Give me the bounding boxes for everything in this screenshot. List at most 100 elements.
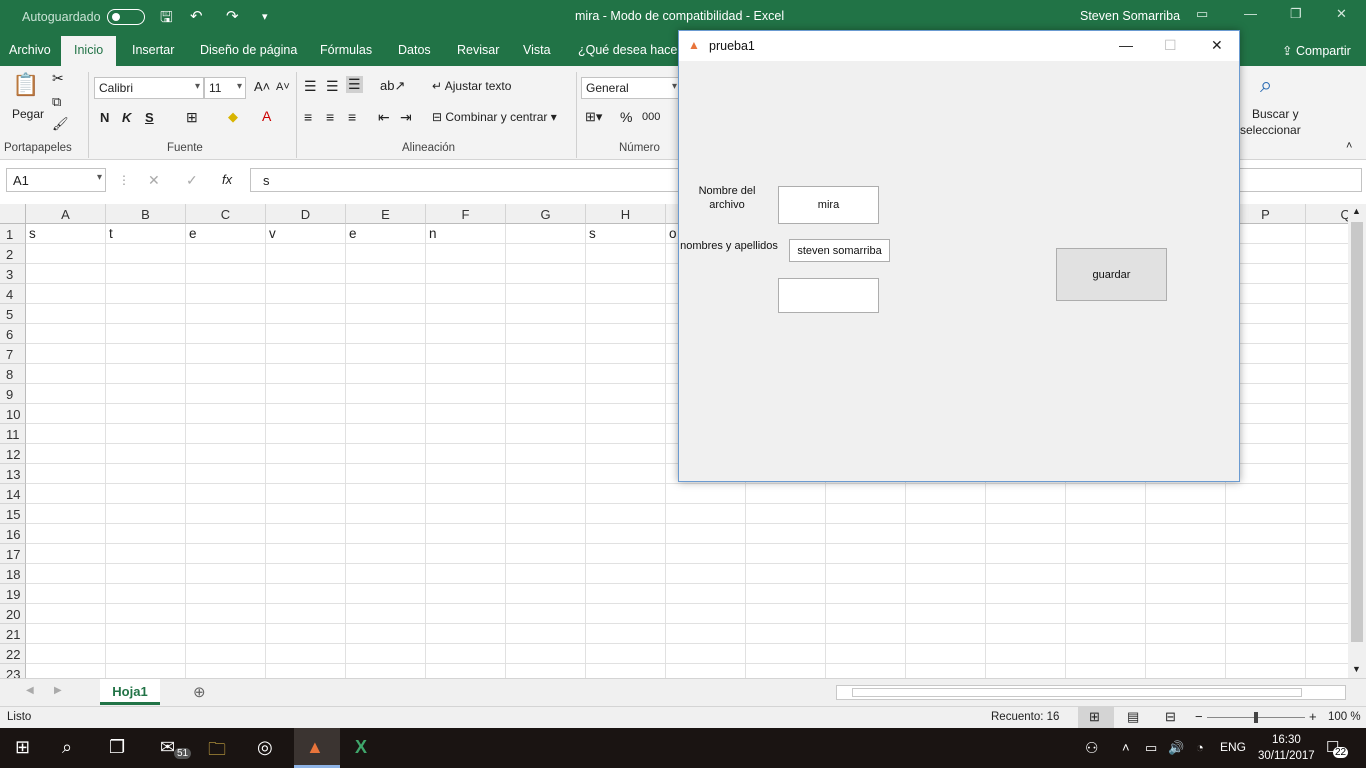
column-header-f[interactable]: F: [426, 204, 506, 224]
zoom-in-icon[interactable]: +: [1309, 709, 1317, 724]
align-left-icon[interactable]: ≡: [304, 109, 312, 125]
autosave-toggle[interactable]: [107, 9, 145, 25]
row-header-21[interactable]: 21: [0, 624, 26, 644]
align-middle-icon[interactable]: ☰: [326, 78, 339, 95]
restore-icon[interactable]: ❐: [1290, 6, 1302, 22]
dialog-maximize-icon[interactable]: ☐: [1164, 37, 1177, 54]
row-header-18[interactable]: 18: [0, 564, 26, 584]
name-box[interactable]: A1: [6, 168, 106, 192]
scroll-down-icon[interactable]: ▼: [1352, 664, 1361, 674]
cell-e1[interactable]: e: [346, 224, 426, 244]
align-top-icon[interactable]: ☰: [304, 78, 317, 95]
row-header-8[interactable]: 8: [0, 364, 26, 384]
dialog-close-icon[interactable]: ✕: [1211, 37, 1223, 54]
column-header-h[interactable]: H: [586, 204, 666, 224]
wifi-icon[interactable]: ◔: [1196, 740, 1204, 755]
row-header-3[interactable]: 3: [0, 264, 26, 284]
align-bottom-icon[interactable]: ☰: [346, 76, 363, 93]
find-search-icon[interactable]: ⌕: [1260, 72, 1272, 98]
row-header-20[interactable]: 20: [0, 604, 26, 624]
row-header-11[interactable]: 11: [0, 424, 26, 444]
dialog-minimize-icon[interactable]: —: [1119, 37, 1133, 53]
insert-function-icon[interactable]: fx: [222, 172, 232, 187]
underline-button[interactable]: S: [145, 110, 154, 125]
cut-icon[interactable]: ✂: [52, 70, 64, 87]
add-sheet-icon[interactable]: ⊕: [193, 683, 206, 701]
align-center-icon[interactable]: ≡: [326, 109, 334, 125]
row-header-13[interactable]: 13: [0, 464, 26, 484]
borders-icon[interactable]: ⊞: [186, 109, 198, 126]
excel-icon[interactable]: X: [355, 737, 367, 758]
align-right-icon[interactable]: ≡: [348, 109, 356, 125]
cell-d1[interactable]: v: [266, 224, 346, 244]
tab-diseno-pagina[interactable]: Diseño de página: [200, 43, 297, 57]
thousands-icon[interactable]: 000: [642, 111, 660, 123]
column-header-q[interactable]: Q: [1306, 204, 1348, 224]
vertical-scrollbar[interactable]: ▲ ▼: [1348, 204, 1366, 678]
row-header-16[interactable]: 16: [0, 524, 26, 544]
horizontal-scroll-thumb[interactable]: [852, 688, 1302, 697]
column-header-a[interactable]: A: [26, 204, 106, 224]
horizontal-scrollbar[interactable]: [836, 685, 1346, 700]
matlab-icon[interactable]: ▲: [306, 737, 324, 758]
column-header-d[interactable]: D: [266, 204, 346, 224]
confirm-entry-icon[interactable]: ✓: [186, 172, 198, 189]
font-name-select[interactable]: Calibri: [94, 77, 204, 99]
formula-bar-options-icon[interactable]: ⋮: [118, 173, 130, 187]
collapse-ribbon-icon[interactable]: ˄: [1346, 140, 1352, 152]
tray-chevron-icon[interactable]: ˄: [1122, 740, 1130, 755]
next-sheet-icon[interactable]: ▶: [54, 685, 62, 696]
tab-vista[interactable]: Vista: [523, 43, 551, 57]
row-header-23[interactable]: 23: [0, 664, 26, 678]
scroll-up-icon[interactable]: ▲: [1352, 206, 1361, 216]
row-header-9[interactable]: 9: [0, 384, 26, 404]
font-size-select[interactable]: 11: [204, 77, 246, 99]
guardar-button[interactable]: guardar: [1056, 248, 1167, 301]
fill-color-icon[interactable]: ◆: [228, 109, 238, 125]
ribbon-display-icon[interactable]: ▭: [1196, 6, 1208, 22]
find-select-label-2[interactable]: seleccionar: [1240, 123, 1301, 137]
increase-indent-icon[interactable]: ⇥: [400, 109, 412, 126]
column-header-b[interactable]: B: [106, 204, 186, 224]
bold-button[interactable]: N: [100, 110, 109, 125]
names-input[interactable]: steven somarriba: [789, 239, 890, 262]
undo-icon[interactable]: ↶: [190, 7, 203, 25]
zoom-level[interactable]: 100 %: [1328, 711, 1361, 723]
cell-f1[interactable]: n: [426, 224, 506, 244]
sheet-tab-hoja1[interactable]: Hoja1: [100, 679, 160, 705]
mail-icon[interactable]: ✉: [160, 737, 175, 758]
save-icon[interactable]: 🖫: [160, 7, 173, 32]
row-header-1[interactable]: 1: [0, 224, 26, 244]
language-indicator[interactable]: ENG: [1220, 740, 1246, 754]
tab-tell-me[interactable]: ¿Qué desea hacer?: [578, 43, 689, 57]
row-header-10[interactable]: 10: [0, 404, 26, 424]
italic-button[interactable]: K: [122, 110, 131, 125]
row-header-19[interactable]: 19: [0, 584, 26, 604]
decrease-indent-icon[interactable]: ⇤: [378, 109, 390, 126]
column-header-c[interactable]: C: [186, 204, 266, 224]
row-header-17[interactable]: 17: [0, 544, 26, 564]
tab-datos[interactable]: Datos: [398, 43, 431, 57]
row-header-12[interactable]: 12: [0, 444, 26, 464]
cell-a1[interactable]: s: [26, 224, 106, 244]
accounting-format-icon[interactable]: ⊞▾: [585, 109, 602, 125]
select-all-corner[interactable]: [0, 204, 26, 224]
customize-qat-icon[interactable]: ▾: [262, 10, 268, 23]
row-header-2[interactable]: 2: [0, 244, 26, 264]
decrease-font-icon[interactable]: A˅: [276, 81, 290, 93]
row-header-4[interactable]: 4: [0, 284, 26, 304]
increase-font-icon[interactable]: A˄: [254, 79, 270, 94]
share-button[interactable]: ⇪ Compartir: [1282, 43, 1351, 58]
copy-icon[interactable]: ⧉: [52, 94, 61, 110]
cell-g1[interactable]: [506, 224, 586, 244]
row-header-14[interactable]: 14: [0, 484, 26, 504]
format-painter-icon[interactable]: 🖌: [52, 116, 69, 132]
redo-icon[interactable]: ↷: [226, 7, 239, 25]
row-header-22[interactable]: 22: [0, 644, 26, 664]
find-select-label-1[interactable]: Buscar y: [1252, 107, 1299, 121]
tab-insertar[interactable]: Insertar: [132, 43, 174, 57]
tab-archivo[interactable]: Archivo: [9, 43, 51, 57]
row-header-7[interactable]: 7: [0, 344, 26, 364]
clock[interactable]: 16:30 30/11/2017: [1258, 732, 1315, 764]
cell-b1[interactable]: t: [106, 224, 186, 244]
